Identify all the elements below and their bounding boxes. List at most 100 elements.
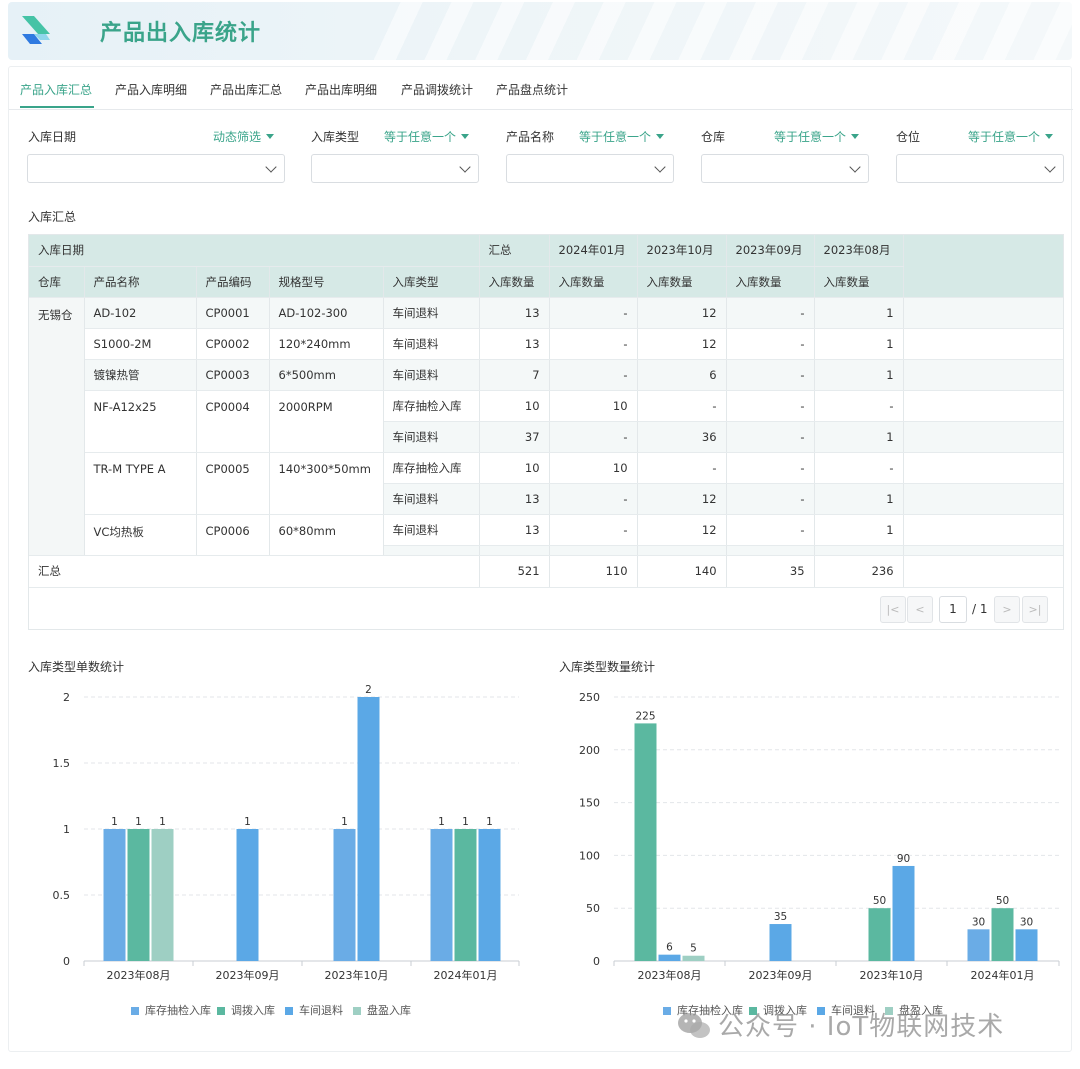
y-tick-label: 2	[63, 691, 70, 704]
filter-mode-warehouse[interactable]: 等于任意一个	[774, 128, 860, 145]
cell-month: 1	[814, 297, 904, 329]
page-number-input[interactable]: 1	[939, 596, 967, 623]
bar-data-label: 5	[690, 943, 697, 955]
chart-title-quantity: 入库类型数量统计	[559, 660, 656, 674]
table-row[interactable]: VC均热板 CP0006 60*80mm 车间退料 13 - 12 - 1	[29, 514, 1063, 556]
cell-month: -	[726, 514, 815, 546]
cell-spec: AD-102-300	[269, 297, 384, 329]
legend-item[interactable]: 盘盈入库	[353, 1002, 411, 1018]
filter-select-date[interactable]	[27, 154, 285, 183]
cell-product-code: CP0006	[196, 514, 270, 556]
legend-swatch	[285, 1007, 293, 1015]
bar-data-label: 1	[159, 816, 166, 828]
column-header: 2023年10月	[637, 235, 727, 267]
legend-label: 盘盈入库	[367, 1004, 411, 1017]
filter-select-location[interactable]	[896, 154, 1064, 183]
cell-month: 10	[549, 452, 638, 484]
bar-data-label: 90	[897, 853, 910, 865]
legend-item[interactable]: 车间退料	[285, 1002, 343, 1018]
filter-mode-type[interactable]: 等于任意一个	[384, 128, 470, 145]
cell-spec: 60*80mm	[269, 514, 384, 556]
chart-bar	[991, 908, 1014, 961]
legend-swatch	[663, 1007, 671, 1015]
caret-down-icon	[461, 134, 470, 139]
chart-bar	[127, 829, 150, 961]
cell-total: 13	[479, 297, 550, 329]
cell-type: 车间退料	[383, 483, 480, 515]
filter-select-product[interactable]	[506, 154, 674, 183]
cell-month: -	[726, 359, 815, 391]
cell-spec: 140*300*50mm	[269, 452, 384, 515]
table-row[interactable]: NF-A12x25 CP0004 2000RPM 库存抽检入库 10 10 - …	[29, 390, 1063, 453]
filter-select-warehouse[interactable]	[701, 154, 869, 183]
wechat-icon	[678, 1013, 710, 1038]
cell-month: 1	[814, 514, 904, 546]
caret-down-icon	[266, 134, 275, 139]
filter-mode-date[interactable]: 动态筛选	[213, 128, 275, 145]
cell-month: -	[726, 297, 815, 329]
x-tick-label: 2023年08月	[107, 968, 171, 982]
column-header: 入库日期	[29, 235, 480, 267]
column-header: 产品编码	[196, 266, 270, 298]
filter-mode-location[interactable]: 等于任意一个	[968, 128, 1054, 145]
table-header-row: 入库日期 汇总 2024年01月 2023年10月 2023年09月 2023年…	[29, 235, 1063, 298]
page-header: 产品出入库统计	[8, 2, 1072, 60]
filter-mode-product[interactable]: 等于任意一个	[579, 128, 665, 145]
cell-total: 37	[479, 421, 550, 453]
main-panel: 产品入库汇总 产品入库明细 产品出库汇总 产品出库明细 产品调拨统计 产品盘点统…	[8, 66, 1073, 1052]
table-row[interactable]: S1000-2M CP0002 120*240mm 车间退料 13 - 12 -…	[29, 328, 1063, 360]
legend-label: 调拨入库	[231, 1004, 275, 1017]
cell-month: 1	[814, 421, 904, 453]
cell-total: 10	[479, 390, 550, 422]
next-page-button[interactable]: >	[994, 596, 1020, 623]
legend-item[interactable]: 库存抽检入库	[131, 1002, 211, 1018]
cell-month: -	[549, 328, 638, 360]
bar-data-label: 1	[135, 816, 142, 828]
first-page-button[interactable]: |<	[880, 596, 906, 623]
filter-label-date: 入库日期	[28, 130, 77, 144]
table-row[interactable]: TR-M TYPE A CP0005 140*300*50mm 库存抽检入库 1…	[29, 452, 1063, 515]
cell-month: 10	[549, 390, 638, 422]
last-page-button[interactable]: >|	[1022, 596, 1048, 623]
legend-label: 车间退料	[299, 1004, 343, 1017]
tab-inbound-detail[interactable]: 产品入库明细	[115, 81, 187, 98]
cell-month: 12	[637, 483, 727, 515]
caret-down-icon	[1045, 134, 1054, 139]
cell-month: -	[549, 514, 638, 546]
cell-month: 1	[814, 359, 904, 391]
cell-product-name: AD-102	[84, 297, 197, 329]
chart-bar	[868, 908, 891, 961]
chart-bar	[634, 723, 657, 961]
chart-bar	[1015, 929, 1038, 961]
column-header: 入库数量	[637, 266, 727, 298]
tab-outbound-summary[interactable]: 产品出库汇总	[210, 81, 282, 98]
cell-month: -	[549, 297, 638, 329]
prev-page-button[interactable]: <	[907, 596, 933, 623]
legend-item[interactable]: 调拨入库	[217, 1002, 275, 1018]
tab-outbound-detail[interactable]: 产品出库明细	[305, 81, 377, 98]
cell-month: -	[726, 328, 815, 360]
cell-total: 13	[479, 328, 550, 360]
chart-bar	[892, 865, 915, 961]
cell-total-label: 汇总	[29, 554, 480, 588]
filter-select-type[interactable]	[311, 154, 479, 183]
chart-bar	[478, 829, 501, 961]
legend-swatch	[353, 1007, 361, 1015]
cell-product-code: CP0002	[196, 328, 270, 360]
cell-type: 车间退料	[383, 421, 480, 453]
tab-inventory-stats[interactable]: 产品盘点统计	[496, 81, 568, 98]
cell-month: -	[549, 483, 638, 515]
page-total: / 1	[972, 602, 988, 616]
table-row[interactable]: 镀镍热管 CP0003 6*500mm 车间退料 7 - 6 - 1	[29, 359, 1063, 391]
cell-type: 车间退料	[383, 297, 480, 329]
cell-month: 35	[726, 554, 815, 588]
cell-month: 36	[637, 421, 727, 453]
cell-month: 12	[637, 297, 727, 329]
tab-inbound-summary[interactable]: 产品入库汇总	[20, 81, 92, 98]
table-row[interactable]: 无锡仓 AD-102 CP0001 AD-102-300 车间退料 13 - 1…	[29, 297, 1063, 556]
chevron-down-icon	[265, 161, 277, 173]
chart-bar	[151, 829, 174, 961]
tab-transfer-stats[interactable]: 产品调拨统计	[401, 81, 473, 98]
cell-month: 236	[814, 554, 904, 588]
y-tick-label: 100	[579, 849, 600, 862]
